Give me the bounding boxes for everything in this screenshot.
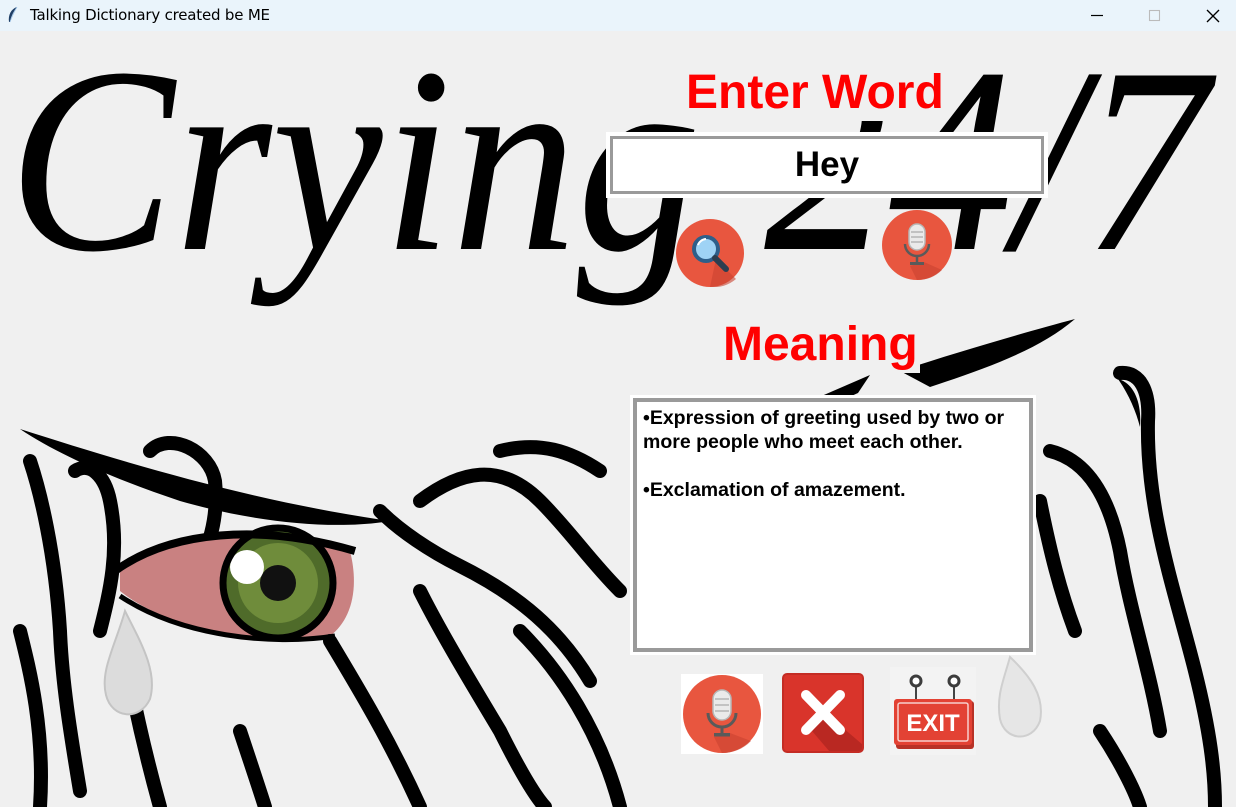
microphone-icon [903, 223, 942, 281]
meaning-text-frame: •Expression of greeting used by two or m… [630, 395, 1036, 655]
search-button[interactable] [676, 219, 744, 288]
speak-meaning-button[interactable] [683, 675, 761, 754]
clear-button[interactable] [782, 673, 864, 753]
close-icon [782, 673, 864, 753]
minimize-icon [1091, 14, 1103, 17]
speak-button-frame [681, 674, 763, 754]
exit-label: EXIT [906, 710, 960, 737]
exit-button[interactable]: EXIT [890, 667, 976, 755]
exit-sign-icon: EXIT [890, 667, 976, 755]
close-window-button[interactable] [1184, 0, 1236, 31]
voice-input-button[interactable] [882, 210, 952, 281]
word-input[interactable] [613, 139, 1041, 191]
meaning-heading: Meaning [721, 318, 920, 373]
app-window: Crying 24/7 [0, 31, 1236, 807]
enter-word-heading: Enter Word [684, 66, 946, 121]
window-title: Talking Dictionary created be ME [30, 6, 270, 24]
title-bar: Talking Dictionary created be ME [0, 0, 1236, 31]
meaning-text[interactable]: •Expression of greeting used by two or m… [633, 398, 1033, 652]
close-icon [1206, 9, 1220, 23]
meaning-line: •Exclamation of amazement. [643, 479, 906, 501]
meaning-line: •Expression of greeting used by two or [643, 407, 1005, 429]
feather-icon [8, 6, 18, 23]
search-icon [692, 235, 736, 288]
word-input-border [610, 136, 1044, 194]
word-input-frame [606, 132, 1048, 198]
meaning-line: more people who meet each other. [643, 431, 963, 453]
maximize-button[interactable] [1126, 0, 1184, 31]
minimize-button[interactable] [1068, 0, 1126, 31]
maximize-icon [1148, 9, 1161, 22]
microphone-icon [706, 689, 751, 754]
